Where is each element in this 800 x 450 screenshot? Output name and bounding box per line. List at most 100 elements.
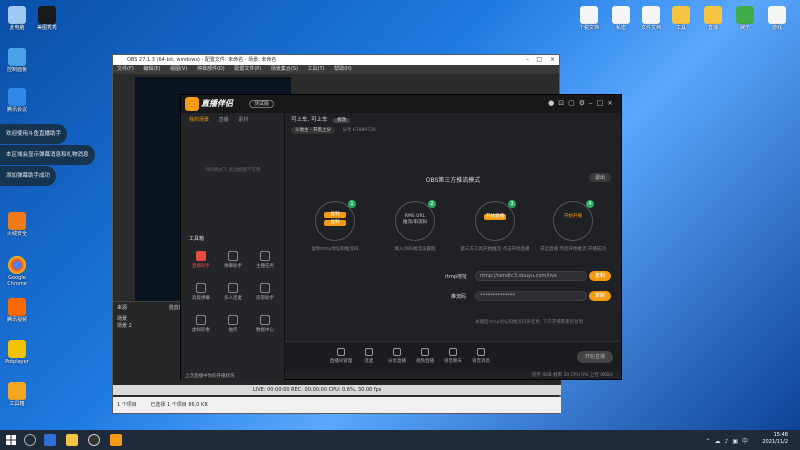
minimize-icon[interactable]: – bbox=[526, 55, 529, 65]
date: 2021/11/2 bbox=[762, 439, 788, 445]
desktop-icon-player[interactable]: Potplayer bbox=[0, 340, 34, 365]
desktop-icon-tax-doc[interactable]: 个税文档 bbox=[572, 6, 606, 31]
tool-live-assistant[interactable]: 直播助手 bbox=[185, 247, 217, 279]
menu-file[interactable]: 文件(F) bbox=[117, 66, 134, 72]
time: 15:48 bbox=[773, 432, 788, 438]
sidebar-tabs: 我的场景 直播 素材 bbox=[181, 113, 284, 127]
step-1: 1 复制 复制 bbox=[315, 200, 356, 241]
step-copy-tag: 复制 bbox=[324, 212, 346, 218]
excel-icon bbox=[736, 6, 754, 24]
desktop-icon-huorong[interactable]: 火绒安全 bbox=[0, 212, 34, 237]
obs-title: OBS 27.1.3 (64-bit, windows) - 配置文件: 未命名… bbox=[127, 57, 277, 63]
copy-key-button[interactable]: 复制 bbox=[589, 291, 611, 301]
document-icon bbox=[768, 6, 786, 24]
live-helper-icon[interactable] bbox=[110, 434, 122, 446]
tab-live[interactable]: 直播 bbox=[219, 117, 229, 123]
tool-label: 数据中心 bbox=[256, 328, 274, 333]
tool-voice[interactable]: 语音聊天 bbox=[441, 348, 465, 364]
tab-my-scenes[interactable]: 我的场景 bbox=[189, 117, 209, 123]
step-desc: 开启直播 然后开始推流 开播成功 bbox=[540, 247, 606, 252]
menu-help[interactable]: 帮助(H) bbox=[334, 66, 352, 72]
obs-title-bar: OBS 27.1.3 (64-bit, windows) - 配置文件: 未命名… bbox=[113, 55, 559, 65]
minimize-icon[interactable]: – bbox=[589, 99, 597, 107]
maximize-icon[interactable]: □ bbox=[536, 55, 542, 65]
room-icon bbox=[337, 348, 345, 356]
tool-data-center[interactable]: 数据中心 bbox=[249, 311, 281, 343]
desktop-icon-fun[interactable]: 娱乐 bbox=[728, 6, 762, 31]
desktop-icon-label: 此电脑 bbox=[9, 25, 25, 31]
tool-label: 虚拟形象 bbox=[192, 328, 210, 333]
tool-room-admin[interactable]: 房管助手 bbox=[249, 279, 281, 311]
desktop-icon-chrome[interactable]: Google Chrome bbox=[0, 256, 34, 287]
tool-danmu[interactable]: 弹幕助手 bbox=[217, 247, 249, 279]
desktop-icon-label: Google Chrome bbox=[7, 275, 27, 287]
edge-icon[interactable] bbox=[44, 434, 56, 446]
tool-voice-msg[interactable]: 语音消息 bbox=[469, 348, 493, 364]
tool-icon bbox=[196, 315, 206, 325]
message-icon[interactable]: ▢ bbox=[568, 99, 579, 107]
tool-high-danmu[interactable]: 高能弹幕 bbox=[185, 279, 217, 311]
tool-avatar[interactable]: 虚拟形象 bbox=[185, 311, 217, 343]
tool-icon bbox=[260, 315, 270, 325]
bubble-message: 添加弹幕助手成功 bbox=[0, 166, 57, 186]
obs-icon[interactable] bbox=[88, 434, 100, 446]
tool-link-mic[interactable]: 连麦 bbox=[357, 348, 381, 364]
menu-docks[interactable]: 停靠部件(D) bbox=[197, 66, 225, 72]
link-icon bbox=[365, 348, 373, 356]
start-live-button[interactable]: 开始直播 bbox=[577, 351, 613, 363]
windows-start-icon[interactable] bbox=[6, 435, 16, 445]
avatar[interactable]: ● bbox=[548, 99, 558, 107]
desktop-icon-meitu[interactable]: 美图秀秀 bbox=[30, 6, 64, 31]
tool-share[interactable]: 分享直播 bbox=[385, 348, 409, 364]
menu-edit[interactable]: 编辑(E) bbox=[143, 66, 160, 72]
desktop-icon-this-pc[interactable]: 此电脑 bbox=[0, 6, 34, 31]
explorer-icon[interactable] bbox=[66, 434, 78, 446]
menu-scene-collection[interactable]: 场景集合(S) bbox=[271, 66, 298, 72]
category-pill[interactable]: 斗地主 - 开黑上分 bbox=[291, 127, 335, 134]
exit-mode-button[interactable]: 退出 bbox=[588, 173, 611, 182]
step-desc: 复制rtmp地址和推流码 bbox=[311, 247, 359, 252]
tool-lottery[interactable]: 抽奖 bbox=[217, 311, 249, 343]
tool-label: 多人连麦 bbox=[224, 296, 242, 301]
menu-profile[interactable]: 配置文件(P) bbox=[234, 66, 261, 72]
toolbox-grid: 直播助手 弹幕助手 主播任务 高能弹幕 多人连麦 房管助手 虚拟形象 抽奖 数据… bbox=[185, 247, 281, 343]
copy-rtmp-button[interactable]: 复制 bbox=[589, 271, 611, 281]
rtmp-field[interactable]: rtmp://sendtc3.douyu.com/live bbox=[475, 271, 587, 281]
tool-icon bbox=[196, 251, 206, 261]
desktop-icon-tools[interactable]: 工具 bbox=[664, 6, 698, 31]
settings-icon[interactable]: ⚙ bbox=[579, 99, 589, 107]
tool-multi-mic[interactable]: 多人连麦 bbox=[217, 279, 249, 311]
tool-room-manage[interactable]: 直播间管理 bbox=[329, 348, 353, 364]
search-icon[interactable] bbox=[24, 434, 36, 446]
bottom-tool-label: 语音消息 bbox=[472, 359, 490, 364]
maximize-icon[interactable]: □ bbox=[597, 99, 608, 107]
taskbar: ⌃☁♪▣中 15:48 2021/11/2 bbox=[0, 430, 800, 450]
menu-view[interactable]: 视图(V) bbox=[170, 66, 187, 72]
desktop-icon-toolbox[interactable]: 工具箱 bbox=[0, 382, 34, 407]
stream-key-label: 推流码 bbox=[451, 294, 467, 300]
step-desc: 填入OBS推流设置框 bbox=[394, 247, 436, 252]
menu-tools[interactable]: 工具(T) bbox=[308, 66, 325, 72]
close-icon[interactable]: × bbox=[607, 99, 617, 107]
close-icon[interactable]: × bbox=[550, 55, 555, 65]
desktop-icon-games[interactable]: 游戏 bbox=[760, 6, 794, 31]
notice-icon[interactable]: ⊡ bbox=[558, 99, 568, 107]
desktop-icon-control-panel[interactable]: 控制面板 bbox=[0, 48, 34, 73]
document-icon bbox=[580, 6, 598, 24]
desktop-icon-private[interactable]: 私密 bbox=[604, 6, 638, 31]
tool-video[interactable]: 视频直播 bbox=[413, 348, 437, 364]
desktop-icon-meeting[interactable]: 腾讯会议 bbox=[0, 88, 34, 113]
tool-tasks[interactable]: 主播任务 bbox=[249, 247, 281, 279]
desktop-icon-label: 工具箱 bbox=[9, 401, 25, 407]
edit-room-button[interactable]: 修改 bbox=[333, 118, 351, 123]
live-helper-window[interactable]: 直播伴侣 测试版 ●⊡▢⚙–□× 我的场景 直播 素材 OBS模式下 此功能暂不… bbox=[180, 94, 622, 381]
tool-label: 主播任务 bbox=[256, 264, 274, 269]
system-tray[interactable]: ⌃☁♪▣中 bbox=[705, 436, 752, 445]
version-badge[interactable]: 测试版 bbox=[249, 100, 275, 108]
clock[interactable]: 15:48 2021/11/2 bbox=[762, 432, 788, 446]
stream-key-field[interactable]: ************** bbox=[475, 291, 587, 301]
tab-materials[interactable]: 素材 bbox=[238, 117, 248, 123]
desktop-icon-live[interactable]: 直播 bbox=[696, 6, 730, 31]
desktop-icon-video[interactable]: 腾讯视频 bbox=[0, 298, 34, 323]
desktop-icon-files[interactable]: 文件文档 bbox=[634, 6, 668, 31]
